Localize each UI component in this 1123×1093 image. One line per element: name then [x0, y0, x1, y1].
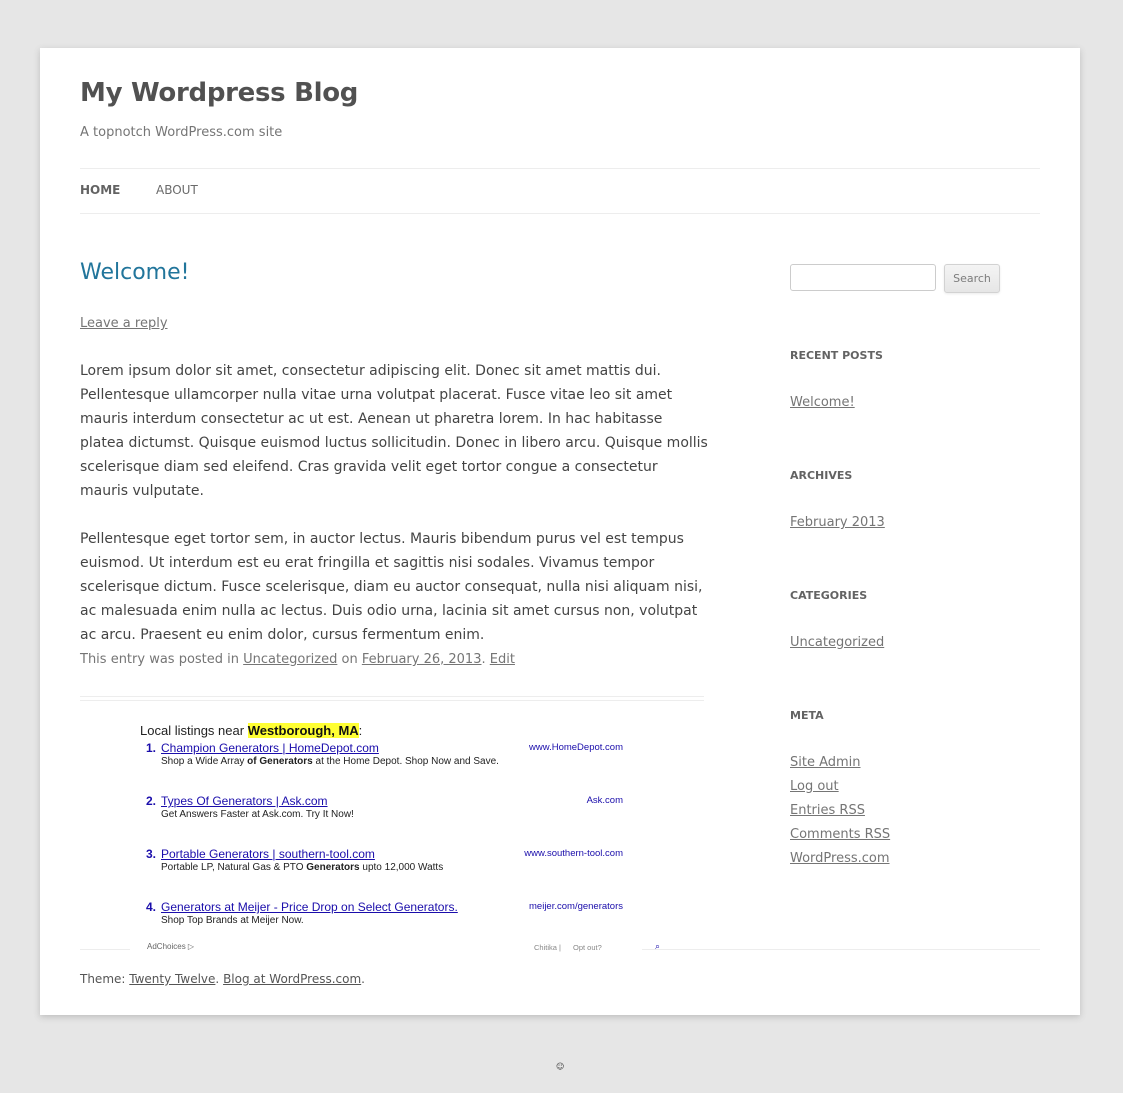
ad-number: 1.: [146, 741, 157, 755]
log-out-link[interactable]: Log out: [790, 779, 839, 794]
site-title[interactable]: My Wordpress Blog: [80, 78, 358, 108]
ad-title-link[interactable]: Types Of Generators | Ask.com: [161, 794, 328, 808]
meta-title: META: [790, 709, 824, 722]
divider: [80, 949, 130, 950]
comments-rss-link[interactable]: Comments RSS: [790, 827, 890, 842]
site-description: A topnotch WordPress.com site: [80, 125, 283, 140]
post-title[interactable]: Welcome!: [80, 260, 189, 285]
ad-number: 2.: [146, 794, 157, 808]
nav-home[interactable]: HOME: [80, 183, 120, 197]
ad-title-link[interactable]: Portable Generators | southern-tool.com: [161, 847, 375, 861]
adchoices-link[interactable]: AdChoices ▷: [147, 942, 194, 951]
ad-url[interactable]: Ask.com: [587, 795, 623, 806]
nav-about[interactable]: ABOUT: [156, 183, 198, 197]
theme-link[interactable]: Twenty Twelve: [129, 972, 215, 986]
ads-heading-prefix: Local listings near: [140, 723, 245, 738]
post-content: Lorem ipsum dolor sit amet, consectetur …: [80, 359, 708, 671]
ad-number: 4.: [146, 900, 157, 914]
search-icon[interactable]: ⌕: [655, 942, 660, 952]
opt-out-link[interactable]: Opt out?: [573, 943, 602, 952]
ad-description: Get Answers Faster at Ask.com. Try It No…: [161, 809, 354, 820]
meta-period: .: [481, 652, 486, 667]
footer-sep: .: [215, 972, 220, 986]
smiley-icon: ☺: [556, 1062, 565, 1071]
ad-title-link[interactable]: Generators at Meijer - Price Drop on Sel…: [161, 900, 458, 914]
search-button[interactable]: Search: [944, 264, 1000, 293]
ad-block: Local listings near Westborough, MA: 1. …: [140, 723, 630, 926]
ad-description: Portable LP, Natural Gas & PTO Generator…: [161, 862, 444, 873]
chitika-link[interactable]: Chitika |: [534, 943, 561, 952]
meta-on: on: [341, 652, 358, 667]
edit-link[interactable]: Edit: [490, 652, 515, 667]
meta-prefix: This entry was posted in: [80, 652, 240, 667]
post-paragraph: Pellentesque eget tortor sem, in auctor …: [80, 531, 703, 643]
ad-footer: AdChoices ▷ Chitika | Opt out? ⌕: [80, 942, 1040, 956]
ad-title-link[interactable]: Champion Generators | HomeDepot.com: [161, 741, 379, 755]
post-paragraph: Lorem ipsum dolor sit amet, consectetur …: [80, 363, 708, 499]
ad-url[interactable]: meijer.com/generators: [529, 901, 623, 912]
recent-post-link[interactable]: Welcome!: [790, 395, 855, 410]
ads-heading-suffix: :: [358, 723, 363, 738]
ad-description: Shop Top Brands at Meijer Now.: [161, 915, 304, 926]
divider: [642, 949, 1040, 950]
site-footer: Theme: Twenty Twelve. Blog at WordPress.…: [80, 972, 365, 986]
page-container: My Wordpress Blog A topnotch WordPress.c…: [40, 48, 1080, 1015]
category-link[interactable]: Uncategorized: [243, 652, 337, 667]
entry-meta: This entry was posted in Uncategorized o…: [80, 652, 515, 667]
wordpress-link[interactable]: Blog at WordPress.com: [223, 972, 361, 986]
search-input[interactable]: [790, 264, 936, 291]
ads-location: Westborough, MA: [247, 723, 359, 738]
ads-heading: Local listings near Westborough, MA:: [140, 723, 630, 738]
separator: [80, 696, 704, 701]
footer-end: .: [361, 972, 365, 986]
ad-description: Shop a Wide Array of Generators at the H…: [161, 756, 499, 767]
recent-posts-title: RECENT POSTS: [790, 349, 883, 362]
category-widget-link[interactable]: Uncategorized: [790, 635, 884, 650]
site-admin-link[interactable]: Site Admin: [790, 755, 861, 770]
footer-theme-prefix: Theme:: [80, 972, 126, 986]
categories-title: CATEGORIES: [790, 589, 868, 602]
date-link[interactable]: February 26, 2013: [362, 652, 482, 667]
ad-url[interactable]: www.HomeDepot.com: [529, 742, 623, 753]
entries-rss-link[interactable]: Entries RSS: [790, 803, 865, 818]
wordpress-com-link[interactable]: WordPress.com: [790, 851, 890, 866]
archive-link[interactable]: February 2013: [790, 515, 885, 530]
archives-title: ARCHIVES: [790, 469, 853, 482]
ad-url[interactable]: www.southern-tool.com: [524, 848, 623, 859]
main-navigation: HOME ABOUT: [80, 168, 1040, 214]
leave-reply-link[interactable]: Leave a reply: [80, 316, 168, 331]
ad-number: 3.: [146, 847, 157, 861]
